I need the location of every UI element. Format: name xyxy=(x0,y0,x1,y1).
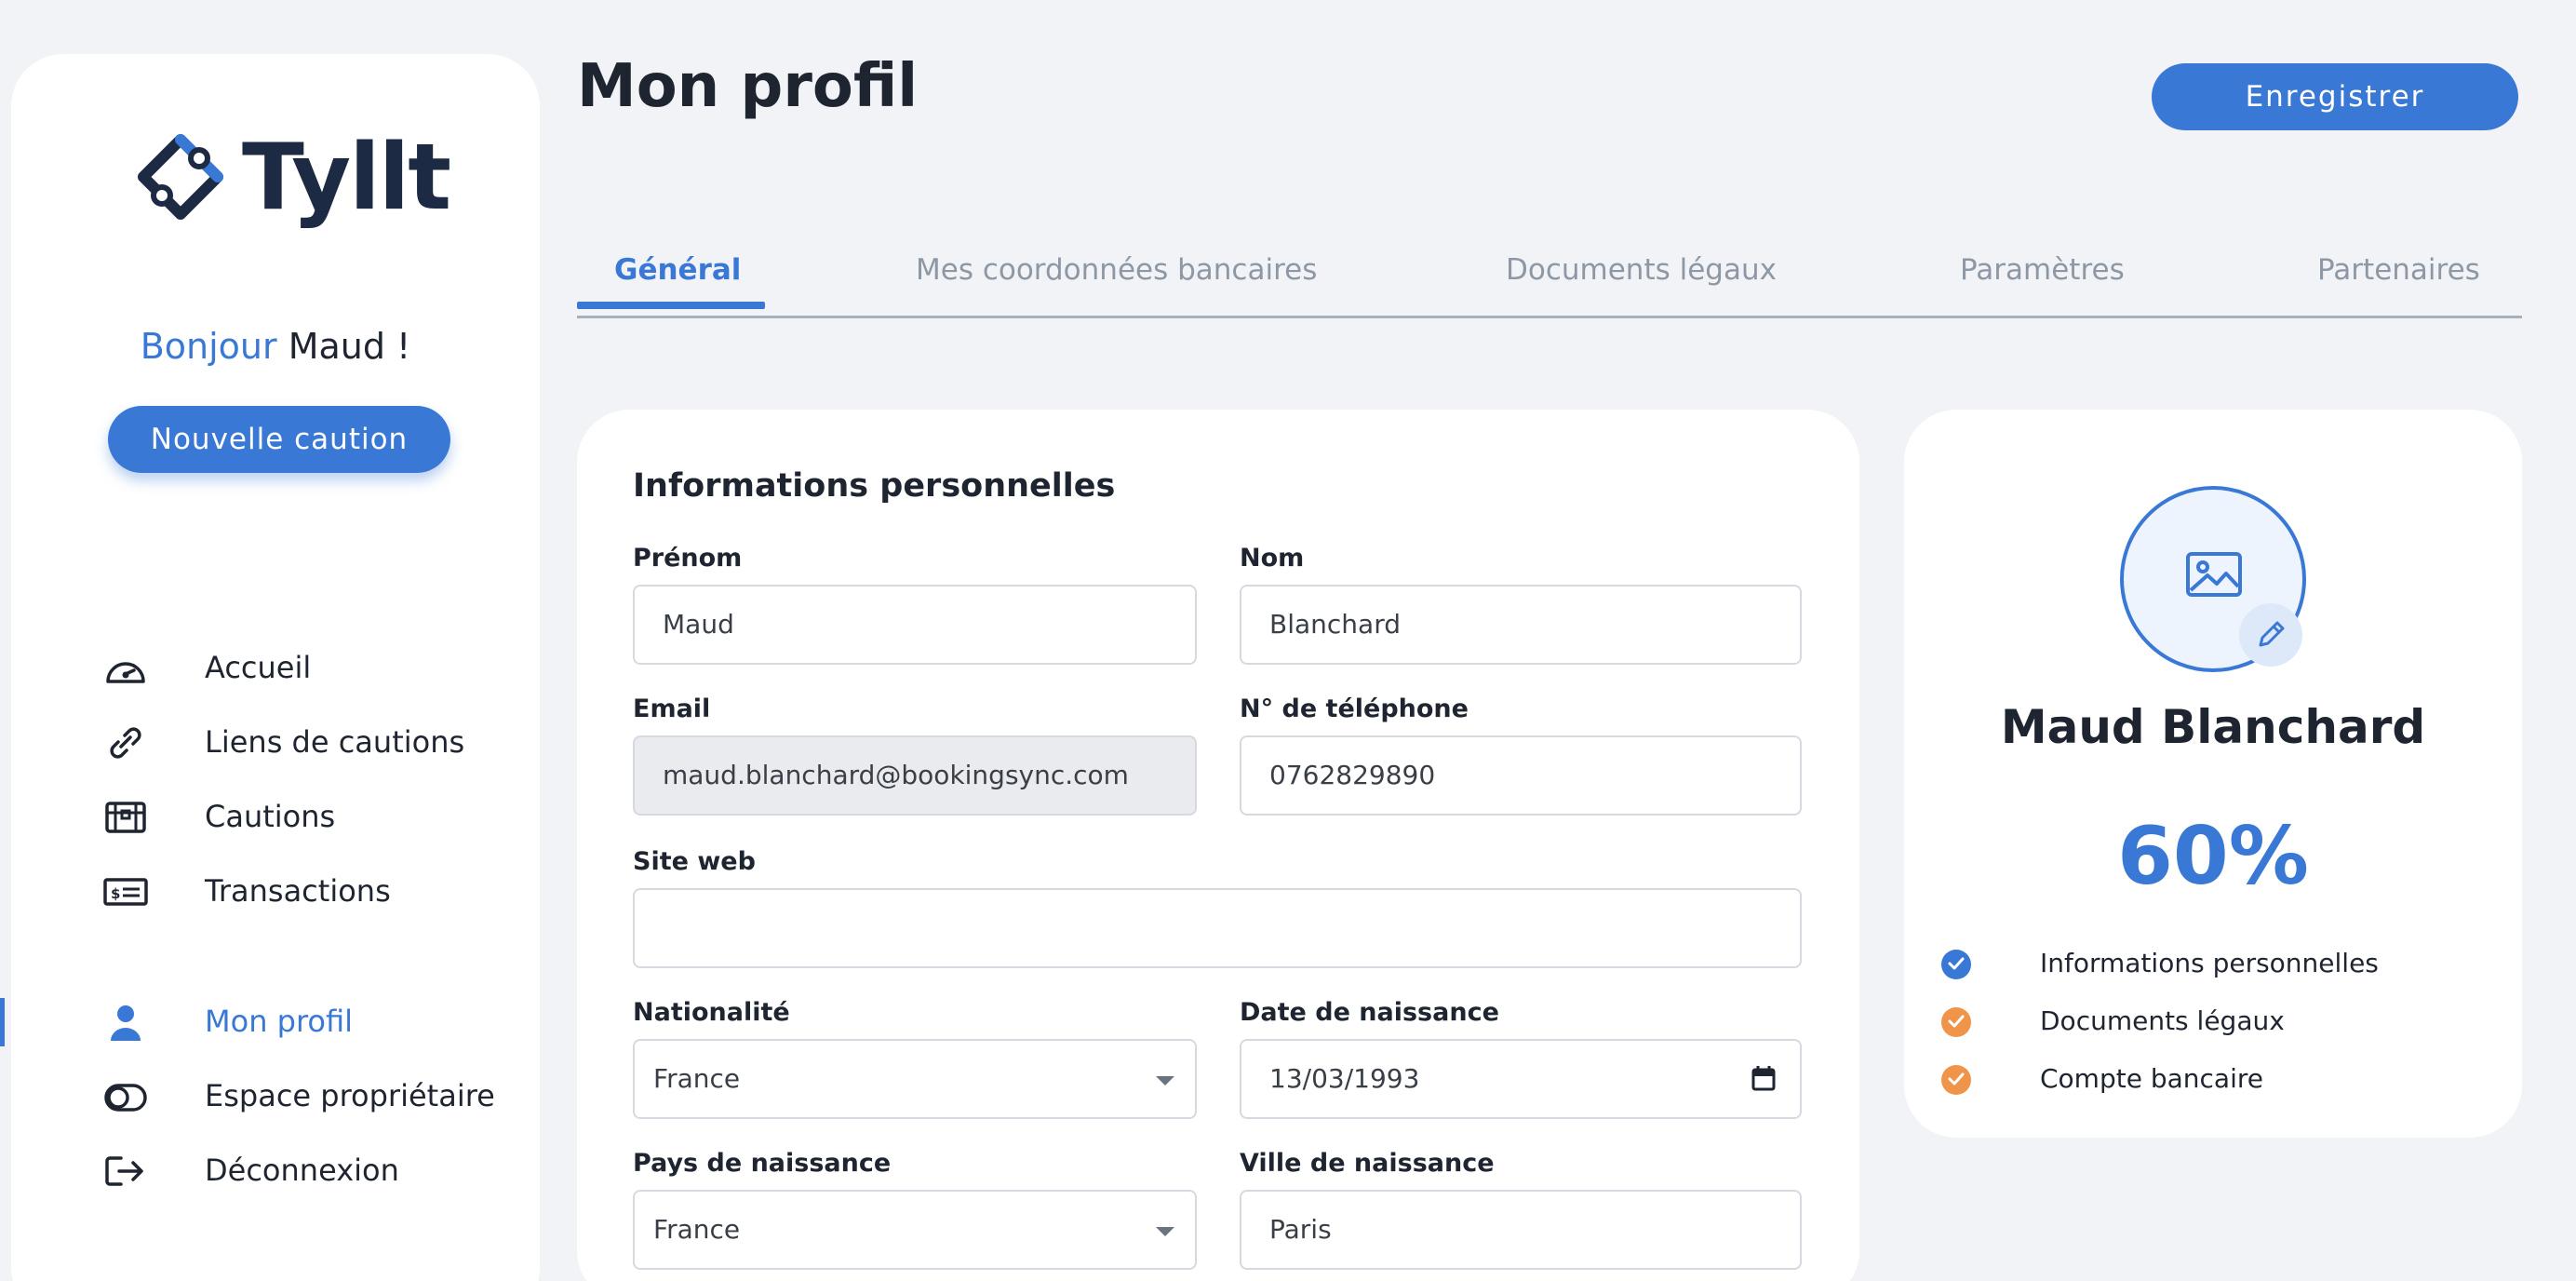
email-label: Email xyxy=(633,694,711,723)
birth-country-select[interactable]: France xyxy=(633,1190,1197,1270)
profile-summary-card: Maud Blanchard 60% Informations personne… xyxy=(1904,410,2522,1138)
first-name-input[interactable]: Maud xyxy=(633,585,1197,665)
sidebar-item-label: Transactions xyxy=(205,873,391,909)
sidebar: Tyllt Bonjour Maud ! Nouvelle caution Ac… xyxy=(0,54,540,1281)
checklist-label: Documents légaux xyxy=(2040,1005,2285,1036)
phone-label: N° de téléphone xyxy=(1240,694,1469,723)
greeting: Bonjour Maud ! xyxy=(11,326,540,367)
page-title: Mon profil xyxy=(577,52,919,121)
sidebar-item-label: Accueil xyxy=(205,650,312,685)
sidebar-item-label: Déconnexion xyxy=(205,1153,399,1188)
tab-parametres[interactable]: Paramètres xyxy=(1960,253,2125,287)
tab-bar: Général Mes coordonnées bancaires Docume… xyxy=(577,244,2522,318)
tab-coordonnees-bancaires[interactable]: Mes coordonnées bancaires xyxy=(916,253,1317,287)
new-caution-button[interactable]: Nouvelle caution xyxy=(108,406,450,473)
check-circle-icon xyxy=(1941,1065,1971,1095)
link-icon xyxy=(102,724,149,762)
edit-avatar-button[interactable] xyxy=(2239,603,2302,667)
toggle-icon xyxy=(102,1078,149,1115)
sidebar-item-cautions[interactable]: Cautions xyxy=(11,789,540,845)
logout-icon xyxy=(102,1153,149,1190)
last-name-input[interactable]: Blanchard xyxy=(1240,585,1802,665)
sidebar-item-deconnexion[interactable]: Déconnexion xyxy=(11,1143,540,1199)
birth-country-value: France xyxy=(653,1214,741,1245)
greeting-hello: Bonjour xyxy=(140,326,277,367)
banknote-icon: $ xyxy=(102,873,149,910)
email-field: maud.blanchard@bookingsync.com xyxy=(633,735,1197,816)
profile-name: Maud Blanchard xyxy=(2000,700,2426,754)
first-name-label: Prénom xyxy=(633,544,743,573)
birth-date-value: 13/03/1993 xyxy=(1269,1063,1420,1094)
user-icon xyxy=(102,1004,149,1041)
birth-country-label: Pays de naissance xyxy=(633,1149,892,1178)
svg-text:$: $ xyxy=(111,885,120,902)
logo-text: Tyllt xyxy=(242,125,451,231)
nationality-value: France xyxy=(653,1063,741,1094)
sidebar-item-label: Espace propriétaire xyxy=(205,1078,495,1113)
check-circle-icon xyxy=(1941,950,1971,979)
section-title: Informations personnelles xyxy=(633,467,1116,505)
nationality-label: Nationalité xyxy=(633,998,790,1027)
sidebar-item-espace-proprietaire[interactable]: Espace propriétaire xyxy=(11,1069,540,1125)
website-input[interactable] xyxy=(633,888,1802,968)
nationality-select[interactable]: France xyxy=(633,1039,1197,1119)
birth-city-input[interactable]: Paris xyxy=(1240,1190,1802,1270)
greeting-name: Maud ! xyxy=(288,326,411,367)
phone-input[interactable]: 0762829890 xyxy=(1240,735,1802,816)
last-name-label: Nom xyxy=(1240,544,1305,573)
sidebar-item-label: Cautions xyxy=(205,799,336,834)
save-button[interactable]: Enregistrer xyxy=(2152,63,2518,130)
treasure-chest-icon xyxy=(102,799,149,836)
sidebar-item-liens[interactable]: Liens de cautions xyxy=(11,715,540,771)
sidebar-item-transactions[interactable]: $ Transactions xyxy=(11,864,540,920)
sidebar-item-label: Mon profil xyxy=(205,1004,354,1039)
website-label: Site web xyxy=(633,847,756,876)
birth-date-input[interactable]: 13/03/1993 xyxy=(1240,1039,1802,1119)
chevron-down-icon xyxy=(1156,1227,1174,1236)
checklist-label: Informations personnelles xyxy=(2040,948,2379,978)
sidebar-item-label: Liens de cautions xyxy=(205,724,465,760)
personal-info-card: Informations personnelles Prénom Maud No… xyxy=(577,410,1859,1281)
profile-completion: 60% xyxy=(2117,810,2309,903)
birth-date-label: Date de naissance xyxy=(1240,998,1499,1027)
calendar-icon[interactable] xyxy=(1751,1065,1776,1091)
active-tab-indicator xyxy=(577,302,765,309)
tab-general[interactable]: Général xyxy=(614,253,741,287)
checklist-label: Compte bancaire xyxy=(2040,1063,2263,1094)
tab-documents-legaux[interactable]: Documents légaux xyxy=(1506,253,1777,287)
logo-icon xyxy=(138,134,223,220)
birth-city-label: Ville de naissance xyxy=(1240,1149,1495,1178)
pencil-icon xyxy=(2259,621,2285,647)
tab-partenaires[interactable]: Partenaires xyxy=(2317,253,2480,287)
speedometer-icon xyxy=(102,650,149,687)
check-circle-icon xyxy=(1941,1007,1971,1037)
image-icon xyxy=(2186,552,2242,597)
sidebar-item-accueil[interactable]: Accueil xyxy=(11,640,540,696)
sidebar-item-mon-profil[interactable]: Mon profil xyxy=(0,994,540,1050)
chevron-down-icon xyxy=(1156,1076,1174,1085)
logo[interactable]: Tyllt xyxy=(138,125,451,231)
